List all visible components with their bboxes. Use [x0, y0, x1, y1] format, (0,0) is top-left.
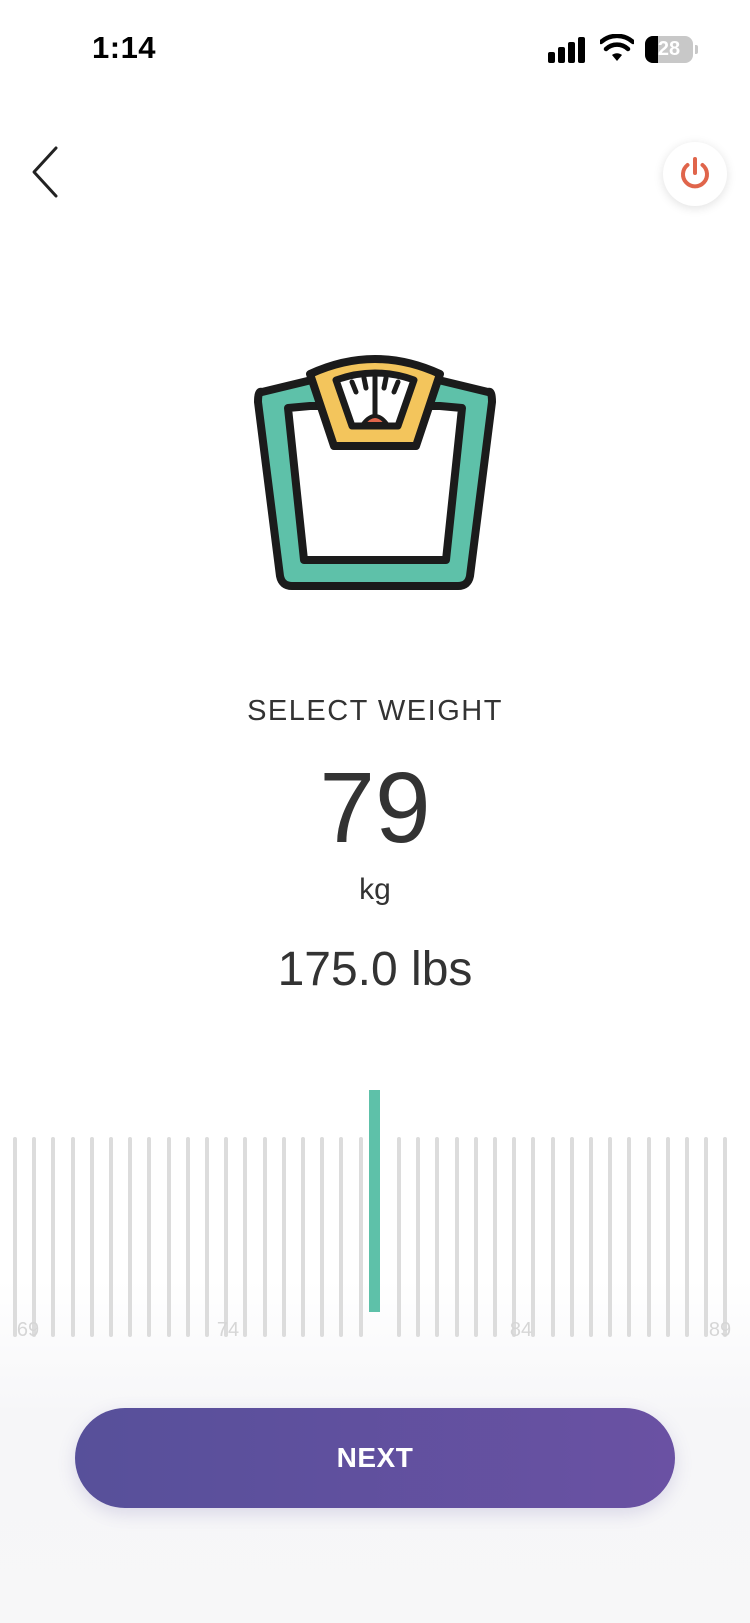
next-button[interactable]: NEXT [75, 1408, 675, 1508]
ruler-tick [723, 1137, 728, 1337]
power-button[interactable] [663, 142, 727, 206]
ruler-tick [320, 1137, 325, 1337]
ruler-tick [512, 1137, 517, 1337]
back-button[interactable] [26, 144, 66, 200]
ruler-tick [185, 1137, 190, 1337]
ruler-tick [435, 1137, 440, 1337]
ruler-tick [205, 1137, 209, 1337]
wifi-icon [598, 33, 636, 62]
power-icon [681, 157, 709, 189]
ruler-tick [646, 1137, 651, 1337]
ruler-tick [473, 1137, 478, 1337]
ruler-tick [301, 1137, 305, 1337]
ruler-tick [416, 1137, 421, 1337]
weight-lbs: 175.0 lbs [277, 943, 473, 996]
ruler-tick [358, 1137, 363, 1337]
status-bar: 1:14 28 [0, 0, 750, 100]
ruler-tick [51, 1137, 56, 1337]
ruler-label: 74 [216, 1319, 240, 1341]
ruler-label: 84 [509, 1319, 533, 1341]
status-time: 1:14 [92, 30, 157, 65]
ruler-tick [32, 1137, 37, 1337]
ruler-tick [281, 1137, 286, 1337]
ruler-tick [550, 1137, 555, 1337]
weight-unit: kg [359, 873, 391, 906]
ruler-tick [89, 1137, 94, 1337]
ruler-tick [493, 1137, 497, 1337]
battery-level: 28 [657, 38, 681, 60]
battery-icon: 28 [645, 36, 698, 63]
ruler-label: 69 [16, 1319, 40, 1341]
chevron-left-icon [32, 146, 58, 198]
ruler-tick [569, 1137, 574, 1337]
ruler-label: 89 [708, 1319, 732, 1341]
ruler-tick [243, 1137, 248, 1337]
ruler-tick [608, 1137, 613, 1337]
ruler-tick [665, 1137, 670, 1337]
weighing-scale-icon [250, 350, 500, 600]
ruler-tick [147, 1137, 152, 1337]
ruler-tick [454, 1137, 459, 1337]
ruler-tick [128, 1137, 133, 1337]
ruler-tick [627, 1137, 632, 1337]
ruler-tick [589, 1137, 593, 1337]
ruler-tick [531, 1137, 536, 1337]
ruler-tick [13, 1137, 17, 1337]
ruler-tick [70, 1137, 75, 1337]
ruler-tick [262, 1137, 267, 1337]
ruler-tick [704, 1137, 709, 1337]
signal-icon [548, 37, 588, 63]
ruler-indicator [369, 1090, 380, 1312]
ruler-tick [339, 1137, 344, 1337]
weight-ruler[interactable]: 69 74 84 89 [0, 1085, 750, 1350]
ruler-tick [166, 1137, 171, 1337]
select-weight-title: SELECT WEIGHT [247, 695, 503, 727]
weight-value: 79 [319, 752, 431, 864]
ruler-tick [685, 1137, 689, 1337]
ruler-tick [109, 1137, 113, 1337]
ruler-tick [397, 1137, 401, 1337]
ruler-tick [224, 1137, 229, 1337]
